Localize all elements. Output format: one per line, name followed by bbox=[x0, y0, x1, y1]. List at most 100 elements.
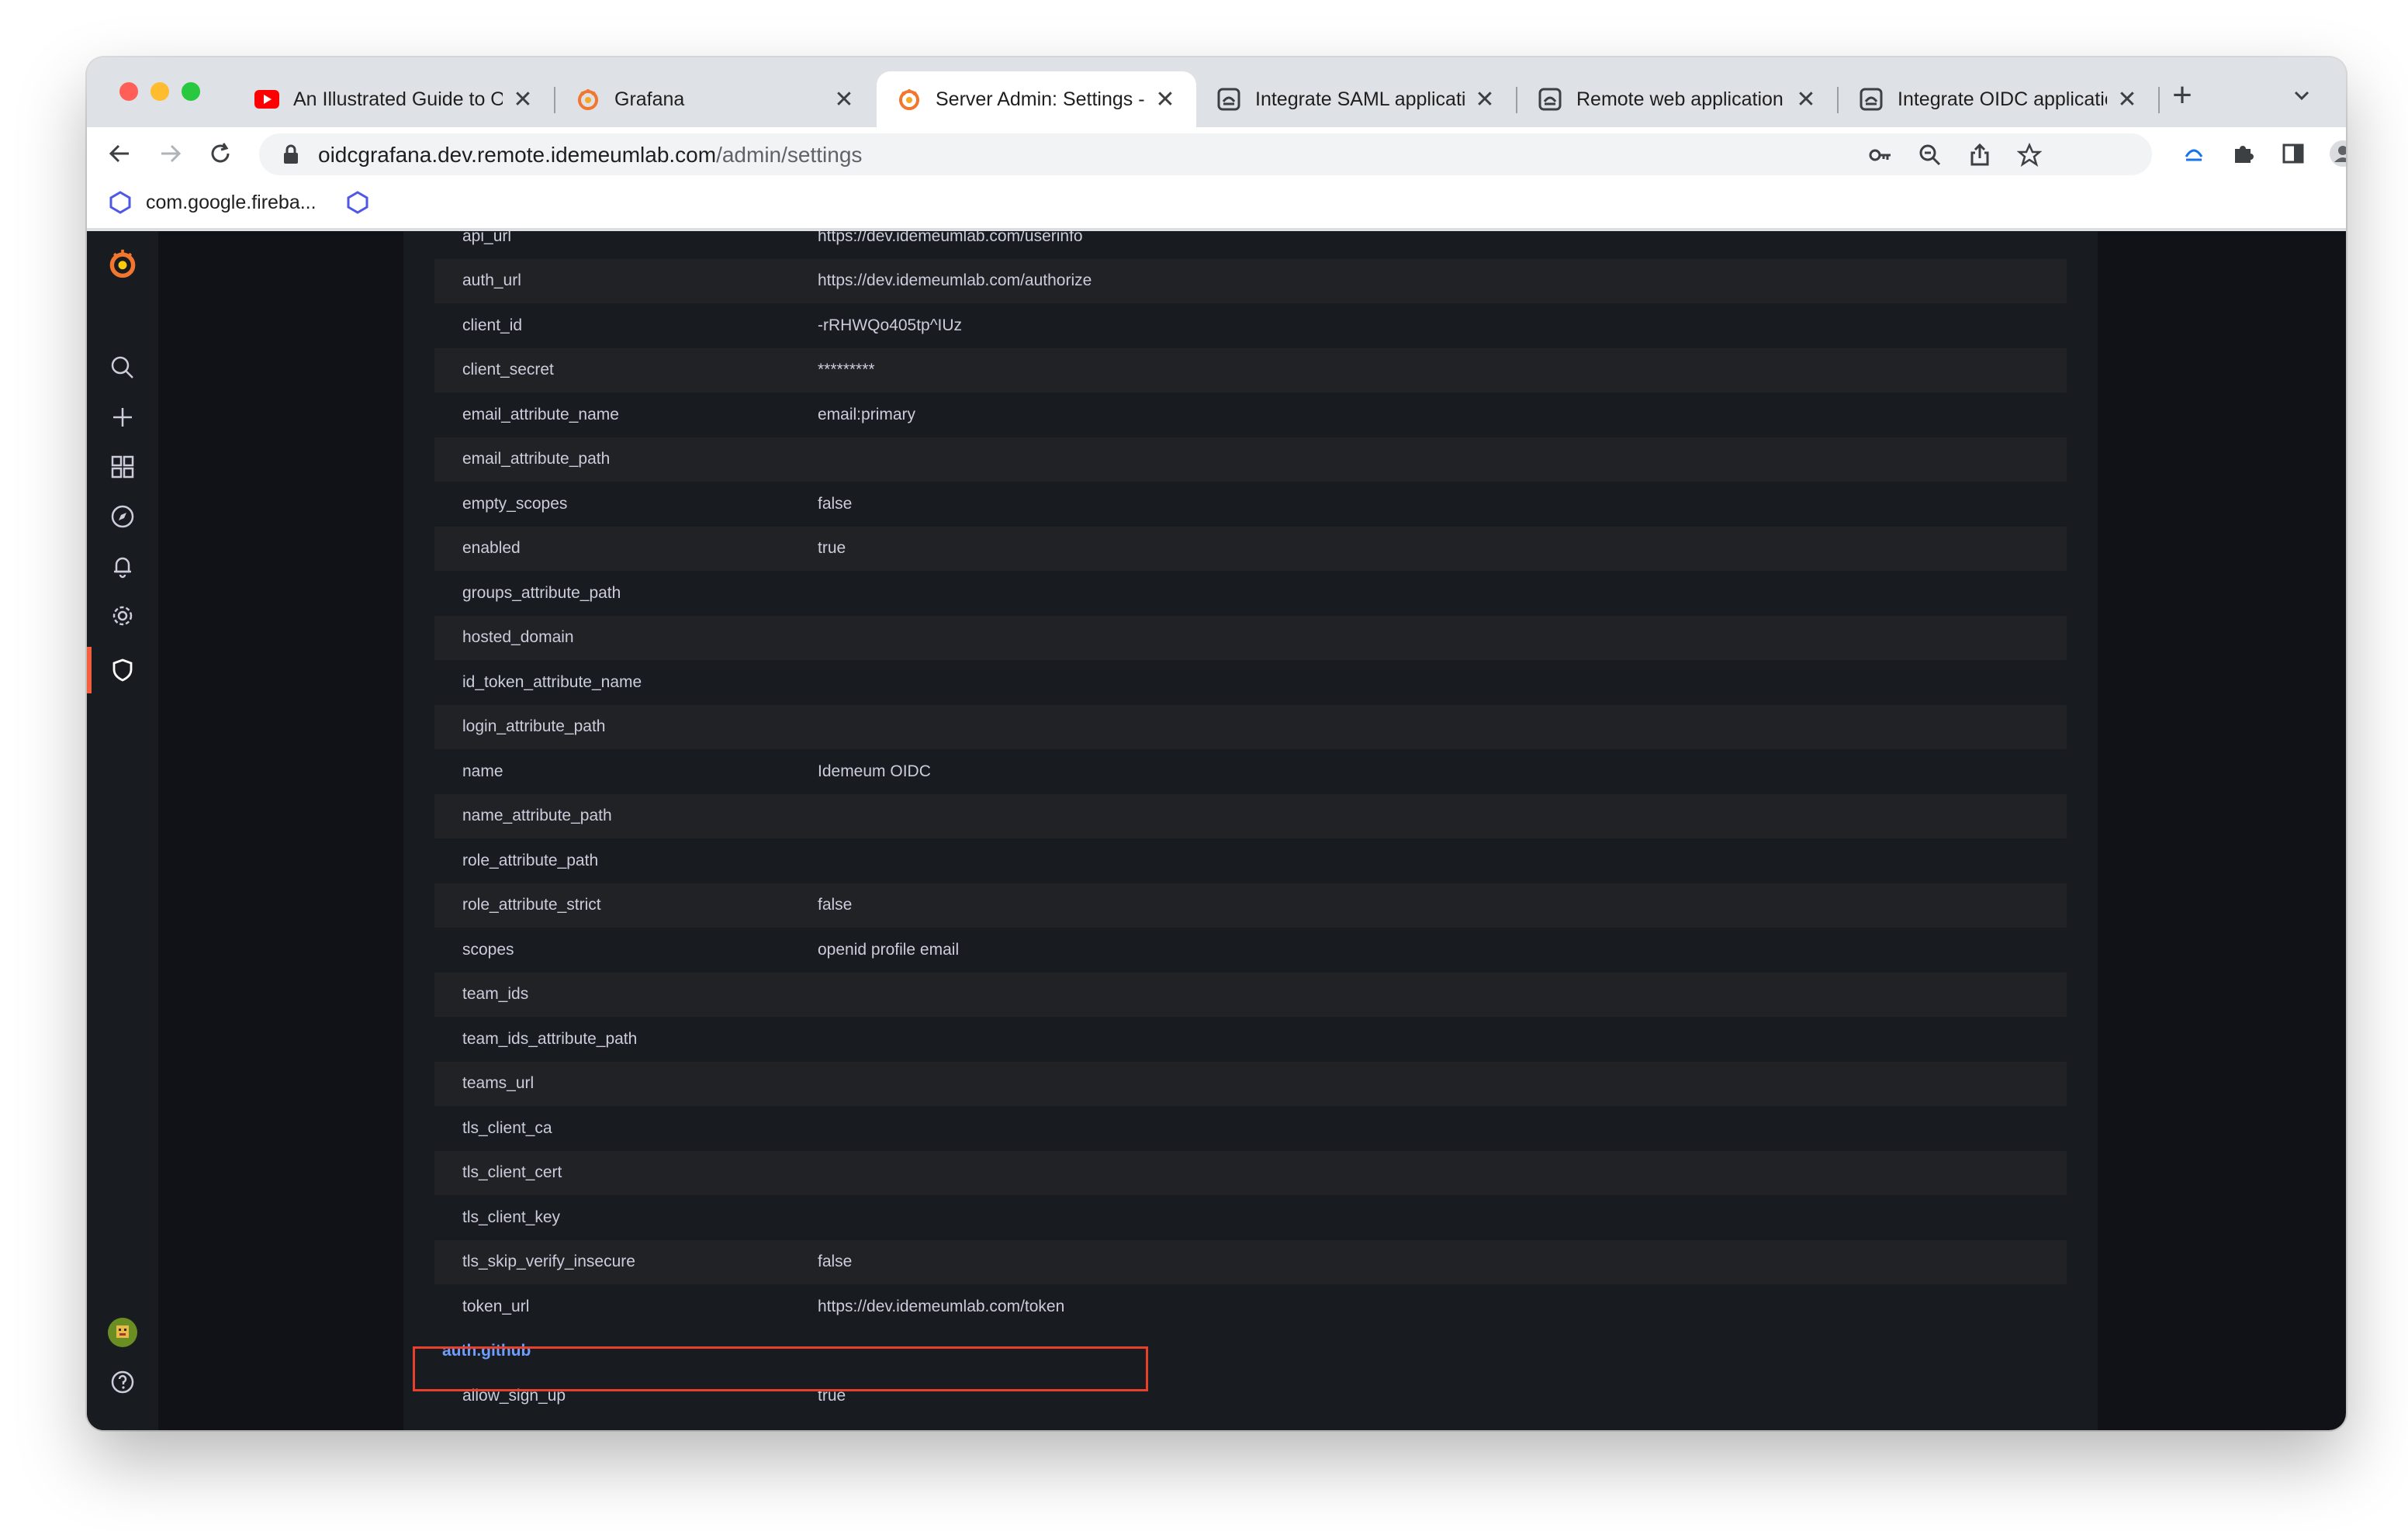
setting-key: scopes bbox=[462, 940, 514, 959]
settings-row: api_url https://dev.idemeumlab.com/userin… bbox=[434, 231, 2067, 259]
bookmark-firebase[interactable]: com.google.fireba... bbox=[109, 191, 317, 214]
settings-row: name_attribute_path bbox=[434, 793, 2067, 838]
setting-key: role_attribute_strict bbox=[462, 896, 601, 914]
url-path: /admin/settings bbox=[716, 143, 863, 167]
setting-value: https://dev.idemeumlab.com/authorize bbox=[818, 271, 1092, 290]
zoom-out-icon[interactable] bbox=[1918, 143, 1943, 168]
settings-row: scopes openid profile email bbox=[434, 928, 2067, 973]
setting-value: email:primary bbox=[818, 405, 916, 423]
setting-key: email_attribute_path bbox=[462, 450, 611, 468]
settings-row: groups_attribute_path bbox=[434, 571, 2067, 616]
forward-arrow-icon[interactable] bbox=[155, 138, 186, 169]
grafana-icon bbox=[576, 87, 600, 112]
tab-title: Integrate OIDC applicatio bbox=[1898, 88, 2107, 110]
settings-row: auth_url https://dev.idemeumlab.com/autho… bbox=[434, 258, 2067, 303]
maximize-window-button[interactable] bbox=[182, 82, 200, 101]
setting-key: email_attribute_name bbox=[462, 405, 619, 423]
setting-key: team_ids bbox=[462, 985, 529, 1004]
address-bar[interactable]: oidcgrafana.dev.remote.idemeumlab.com/ad… bbox=[259, 133, 2152, 175]
setting-key: api_url bbox=[462, 231, 512, 245]
password-manager-icon[interactable] bbox=[2180, 140, 2208, 168]
close-icon[interactable]: ✕ bbox=[2116, 86, 2138, 113]
setting-key: tls_skip_verify_insecure bbox=[462, 1253, 635, 1271]
settings-row: tls_client_cert bbox=[434, 1150, 2067, 1195]
settings-row: id_token_attribute_name bbox=[434, 660, 2067, 705]
idemeum-icon bbox=[1216, 87, 1241, 112]
youtube-icon bbox=[254, 87, 279, 112]
server-admin-shield-icon[interactable] bbox=[107, 655, 138, 686]
profile-avatar-icon[interactable] bbox=[2329, 140, 2346, 168]
new-tab-button[interactable]: + bbox=[2163, 76, 2202, 115]
setting-value: Idemeum OIDC bbox=[818, 762, 931, 780]
setting-key: tls_client_key bbox=[462, 1208, 561, 1226]
settings-row: hosted_domain bbox=[434, 615, 2067, 660]
tab-youtube-guide[interactable]: An Illustrated Guide to O ✕ bbox=[234, 71, 554, 127]
setting-value: https://dev.idemeumlab.com/token bbox=[818, 1297, 1065, 1315]
close-icon[interactable]: ✕ bbox=[512, 86, 534, 113]
lock-icon[interactable] bbox=[282, 144, 299, 164]
setting-key: tls_client_ca bbox=[462, 1118, 552, 1137]
settings-row: enabled true bbox=[434, 526, 2067, 571]
tab-strip: An Illustrated Guide to O ✕ Grafana ✕ Se… bbox=[87, 57, 2346, 127]
side-panel-icon[interactable] bbox=[2279, 140, 2307, 168]
tab-search-chevron-icon[interactable] bbox=[2290, 84, 2313, 107]
browser-window: An Illustrated Guide to O ✕ Grafana ✕ Se… bbox=[87, 57, 2346, 1430]
key-icon[interactable] bbox=[1868, 143, 1893, 168]
settings-row: client_secret ********* bbox=[434, 347, 2067, 392]
extensions-puzzle-icon[interactable] bbox=[2230, 140, 2258, 168]
setting-key: auth_url bbox=[462, 271, 521, 290]
reload-icon[interactable] bbox=[205, 138, 236, 169]
browser-toolbar: oidcgrafana.dev.remote.idemeumlab.com/ad… bbox=[87, 127, 2346, 180]
settings-row: login_attribute_path bbox=[434, 704, 2067, 749]
settings-row: role_attribute_path bbox=[434, 838, 2067, 883]
bookmark-label: com.google.fireba... bbox=[146, 191, 317, 213]
setting-key: team_ids_attribute_path bbox=[462, 1029, 638, 1048]
settings-section-header: auth.github bbox=[434, 1329, 2067, 1374]
grafana-logo-icon[interactable] bbox=[107, 248, 138, 279]
settings-row: client_id -rRHWQo405tp^IUz bbox=[434, 303, 2067, 348]
user-avatar[interactable] bbox=[107, 1317, 138, 1348]
tab-title: Integrate SAML applicati bbox=[1255, 88, 1465, 110]
tab-title: An Illustrated Guide to O bbox=[293, 88, 503, 110]
star-bookmark-icon[interactable] bbox=[2017, 143, 2042, 168]
setting-value: true bbox=[818, 539, 846, 558]
tab-server-admin-settings[interactable]: Server Admin: Settings - ✕ bbox=[877, 71, 1196, 127]
configuration-gear-icon[interactable] bbox=[107, 600, 138, 631]
minimize-window-button[interactable] bbox=[150, 82, 169, 101]
share-icon[interactable] bbox=[1967, 143, 1992, 168]
dashboards-grid-icon[interactable] bbox=[107, 451, 138, 482]
firebase-hex-icon bbox=[109, 191, 131, 214]
idemeum-icon bbox=[1859, 87, 1884, 112]
alerting-bell-icon[interactable] bbox=[107, 551, 138, 582]
settings-row: role_attribute_strict false bbox=[434, 883, 2067, 928]
close-icon[interactable]: ✕ bbox=[833, 86, 855, 113]
settings-row: allow_sign_up true bbox=[434, 1374, 2067, 1419]
tab-remote-web-application[interactable]: Remote web application ✕ bbox=[1517, 71, 1837, 127]
setting-key: id_token_attribute_name bbox=[462, 672, 642, 691]
grafana-page: api_url https://dev.idemeumlab.com/userin… bbox=[87, 231, 2346, 1430]
tab-integrate-saml[interactable]: Integrate SAML applicati ✕ bbox=[1196, 71, 1516, 127]
settings-row: tls_skip_verify_insecure false bbox=[434, 1239, 2067, 1284]
settings-row: teams_url bbox=[434, 1061, 2067, 1106]
url-host: oidcgrafana.dev.remote.idemeumlab.com bbox=[318, 143, 717, 167]
setting-key: groups_attribute_path bbox=[462, 583, 621, 602]
bookmarks-bar: com.google.fireba... bbox=[87, 180, 2346, 230]
tab-title: Remote web application bbox=[1576, 88, 1784, 110]
settings-row: empty_scopes false bbox=[434, 482, 2067, 527]
tab-grafana[interactable]: Grafana ✕ bbox=[555, 71, 875, 127]
close-icon[interactable]: ✕ bbox=[1795, 86, 1817, 113]
close-icon[interactable]: ✕ bbox=[1474, 86, 1496, 113]
admin-settings-content: api_url https://dev.idemeumlab.com/userin… bbox=[403, 231, 2098, 1430]
close-icon[interactable]: ✕ bbox=[1154, 86, 1176, 113]
idemeum-icon bbox=[1538, 87, 1562, 112]
search-icon[interactable] bbox=[107, 352, 138, 383]
create-plus-icon[interactable] bbox=[107, 402, 138, 433]
grafana-sidemenu bbox=[87, 231, 158, 1430]
setting-key: enabled bbox=[462, 539, 521, 558]
help-question-icon[interactable] bbox=[107, 1367, 138, 1398]
bookmark-unnamed[interactable] bbox=[346, 191, 383, 214]
close-window-button[interactable] bbox=[119, 82, 138, 101]
explore-compass-icon[interactable] bbox=[107, 501, 138, 532]
tab-integrate-oidc[interactable]: Integrate OIDC applicatio ✕ bbox=[1839, 71, 2158, 127]
back-arrow-icon[interactable] bbox=[104, 138, 135, 169]
